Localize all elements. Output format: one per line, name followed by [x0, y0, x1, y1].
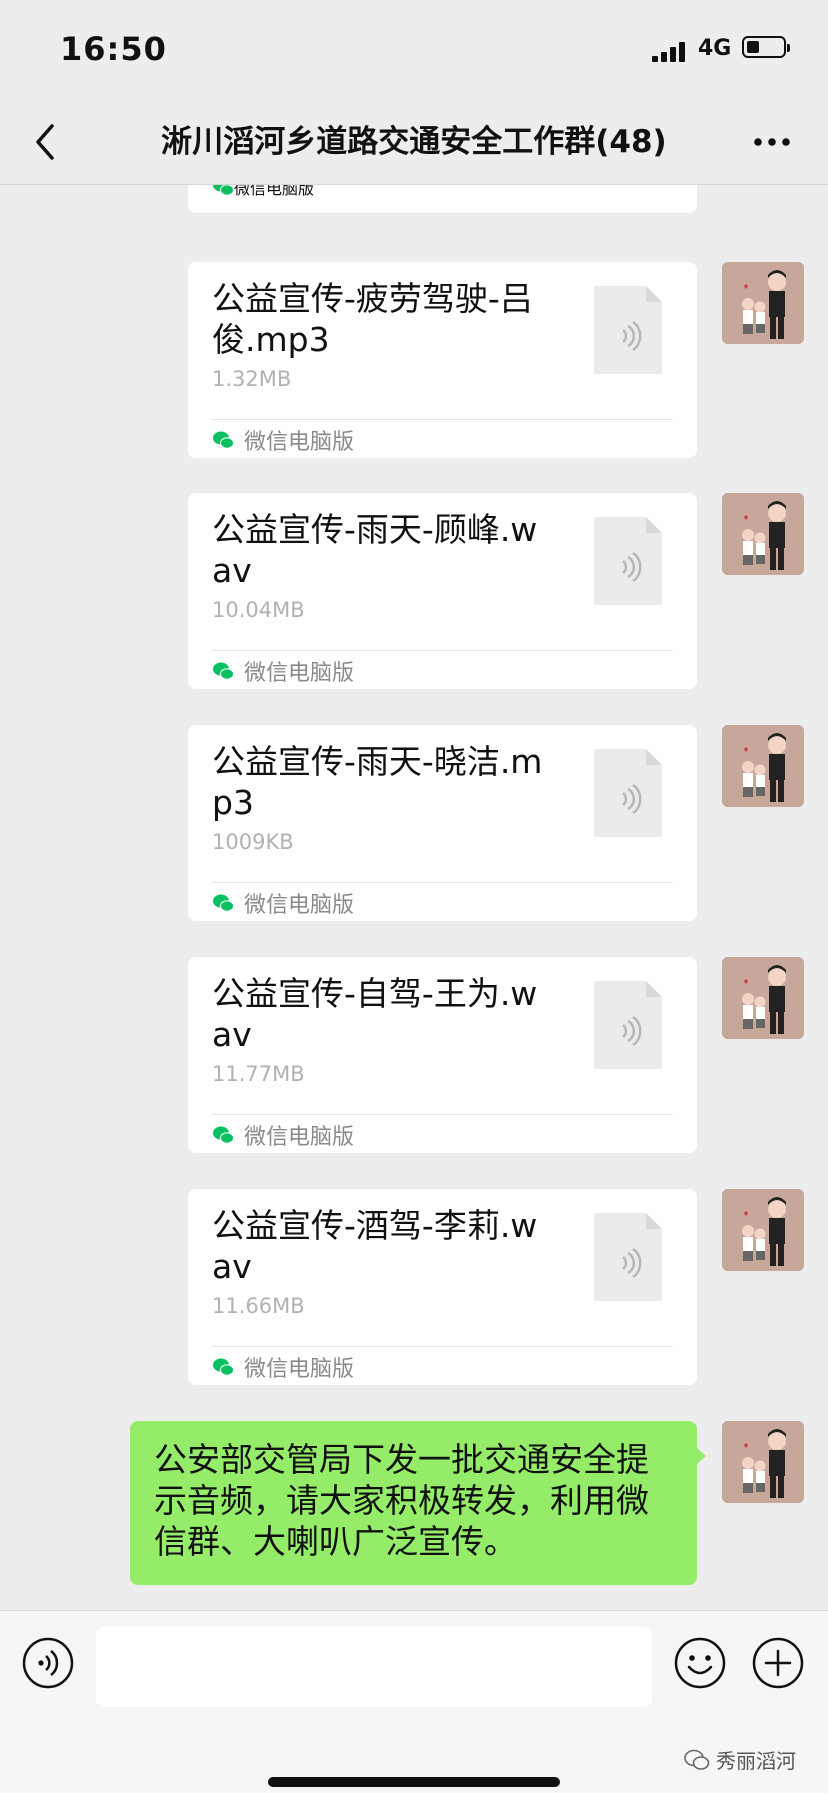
- divider: [212, 419, 673, 420]
- source-label: 微信电脑版: [244, 661, 355, 686]
- divider: [212, 882, 673, 883]
- audio-file-icon: [594, 286, 662, 374]
- signal-icon: [652, 42, 686, 62]
- avatar[interactable]: [722, 262, 804, 344]
- file-size: 10.04MB: [212, 598, 305, 622]
- avatar[interactable]: [722, 1421, 804, 1503]
- divider: [212, 1114, 673, 1115]
- home-indicator[interactable]: [268, 1777, 560, 1787]
- card-footer: 微信电脑版: [212, 1349, 354, 1385]
- source-label: 微信电脑版: [234, 185, 315, 198]
- card-footer: 微信电脑版: [212, 185, 314, 199]
- message-input[interactable]: [96, 1627, 652, 1707]
- file-name: 公益宣传-酒驾-李莉.wav: [212, 1206, 538, 1286]
- file-name: 公益宣传-疲劳驾驶-吕俊.mp3: [212, 279, 533, 359]
- emoji-icon[interactable]: [674, 1637, 726, 1689]
- avatar[interactable]: [722, 1189, 804, 1271]
- avatar[interactable]: [722, 493, 804, 575]
- source-label: 微信电脑版: [244, 1125, 355, 1150]
- source-label: 微信电脑版: [244, 1357, 355, 1382]
- battery-icon: [742, 36, 790, 58]
- watermark: 秀丽滔河: [684, 1745, 796, 1774]
- wechat-icon: [213, 1358, 234, 1376]
- source-label: 微信电脑版: [244, 893, 355, 918]
- bubble-tail: [696, 1447, 706, 1465]
- wechat-official-icon: [684, 1749, 710, 1770]
- divider: [212, 1346, 673, 1347]
- file-name: 公益宣传-雨天-晓洁.mp3: [212, 742, 543, 822]
- input-bar: 秀丽滔河: [0, 1610, 828, 1793]
- file-size: 1009KB: [212, 830, 294, 854]
- wechat-icon: [213, 431, 234, 449]
- chevron-left-icon[interactable]: [28, 118, 68, 166]
- file-size: 1.32MB: [212, 367, 292, 391]
- audio-file-icon: [594, 749, 662, 837]
- partial-file-card[interactable]: 微信电脑版: [188, 185, 697, 213]
- file-message-card[interactable]: 公益宣传-酒驾-李莉.wav 11.66MB 微信电脑版: [188, 1189, 697, 1385]
- card-footer: 微信电脑版: [212, 1117, 354, 1153]
- card-footer: 微信电脑版: [212, 422, 354, 458]
- card-footer: 微信电脑版: [212, 885, 354, 921]
- file-message-card[interactable]: 公益宣传-雨天-顾峰.wav 10.04MB 微信电脑版: [188, 493, 697, 689]
- status-time: 16:50: [60, 30, 167, 68]
- audio-file-icon: [594, 981, 662, 1069]
- chat-header: 淅川滔河乡道路交通安全工作群(48): [0, 100, 828, 185]
- audio-file-icon: [594, 517, 662, 605]
- network-type: 4G: [698, 36, 732, 61]
- status-bar: 16:50 4G: [0, 0, 828, 100]
- divider: [212, 650, 673, 651]
- wechat-icon: [213, 1126, 234, 1144]
- file-size: 11.77MB: [212, 1062, 305, 1086]
- plus-icon[interactable]: [752, 1637, 804, 1689]
- avatar[interactable]: [722, 725, 804, 807]
- watermark-text: 秀丽滔河: [716, 1749, 796, 1773]
- audio-file-icon: [594, 1213, 662, 1301]
- source-label: 微信电脑版: [244, 430, 355, 455]
- file-message-card[interactable]: 公益宣传-自驾-王为.wav 11.77MB 微信电脑版: [188, 957, 697, 1153]
- file-message-card[interactable]: 公益宣传-疲劳驾驶-吕俊.mp3 1.32MB 微信电脑版: [188, 262, 697, 458]
- message-text: 公安部交管局下发一批交通安全提示音频，请大家积极转发，利用微信群、大喇叭广泛宣传…: [154, 1440, 649, 1561]
- voice-icon[interactable]: [22, 1637, 74, 1689]
- file-name: 公益宣传-雨天-顾峰.wav: [212, 510, 538, 590]
- wechat-icon: [213, 894, 234, 912]
- avatar[interactable]: [722, 957, 804, 1039]
- chat-title: 淅川滔河乡道路交通安全工作群(48): [161, 124, 667, 160]
- text-message-bubble[interactable]: 公安部交管局下发一批交通安全提示音频，请大家积极转发，利用微信群、大喇叭广泛宣传…: [130, 1421, 706, 1585]
- file-size: 11.66MB: [212, 1294, 305, 1318]
- more-dots-icon[interactable]: [748, 122, 796, 162]
- file-name: 公益宣传-自驾-王为.wav: [212, 974, 538, 1054]
- file-message-card[interactable]: 公益宣传-雨天-晓洁.mp3 1009KB 微信电脑版: [188, 725, 697, 921]
- wechat-icon: [213, 185, 234, 196]
- message-list[interactable]: 微信电脑版 公益宣传-疲劳驾驶-吕俊.mp3 1.32MB 微信电脑版 公益宣传…: [0, 185, 828, 1610]
- wechat-icon: [213, 662, 234, 680]
- card-footer: 微信电脑版: [212, 653, 354, 689]
